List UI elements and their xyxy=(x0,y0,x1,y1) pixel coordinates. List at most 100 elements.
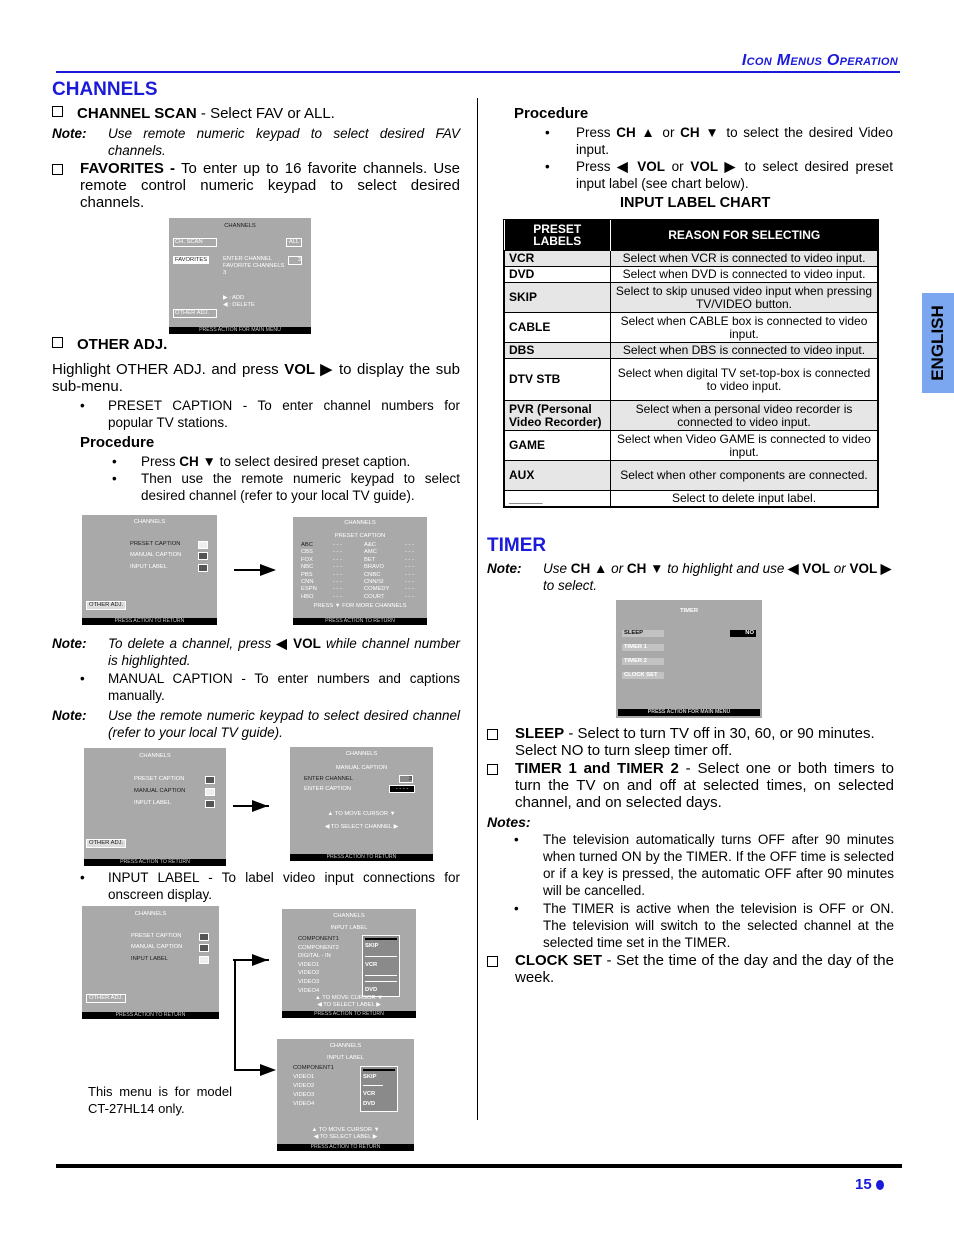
menu-item-input-label[interactable]: INPUT LABEL xyxy=(131,956,168,962)
favorites-item: FAVORITES - To enter up to 16 favorite c… xyxy=(52,160,460,211)
preset-station-right[interactable]: COMEDY xyxy=(364,586,389,592)
label-dropdown[interactable]: SKIP VCR DVD xyxy=(362,935,400,997)
manual-caption-text: MANUAL CAPTION - To enter numbers and ca… xyxy=(108,671,460,703)
timer-menu-item[interactable]: SLEEP xyxy=(622,630,664,637)
input-item[interactable]: VIDEO2 xyxy=(298,970,319,976)
preset-channel-value[interactable]: - - - xyxy=(333,572,342,578)
move-cursor-hint: ▲ TO MOVE CURSOR ▼ xyxy=(327,811,396,817)
preset-channel-value[interactable]: - - - xyxy=(405,564,414,570)
chart-cell-reason: Select when Video GAME is connected to v… xyxy=(610,430,878,461)
channel-value-field[interactable]: 3 xyxy=(399,775,413,783)
preset-station-right[interactable]: CNBC xyxy=(364,572,380,578)
option-dvd[interactable]: DVD xyxy=(365,987,377,993)
input-item[interactable]: VIDEO1 xyxy=(293,1074,314,1080)
input-item[interactable]: COMPONENT1 xyxy=(298,936,339,942)
timer-menu-item[interactable]: TIMER 2 xyxy=(622,658,664,665)
preset-channel-value[interactable]: - - - xyxy=(405,594,414,600)
ch-up-key: CH ▲ xyxy=(570,561,608,576)
clock-set-item: CLOCK SET - Set the time of the day and … xyxy=(487,952,894,986)
input-item[interactable]: DIGITAL - IN xyxy=(298,953,331,959)
menu-item-manual-caption[interactable]: MANUAL CAPTION xyxy=(131,944,182,950)
input-item[interactable]: VIDEO4 xyxy=(293,1101,314,1107)
option-dvd[interactable]: DVD xyxy=(363,1101,375,1107)
menu-item-preset-caption[interactable]: PRESET CAPTION xyxy=(134,776,184,782)
ch-down-key: CH ▼ xyxy=(179,454,216,469)
preset-channel-value[interactable]: - - - xyxy=(333,579,342,585)
preset-station-right[interactable]: BRAVO xyxy=(364,564,384,570)
delete-hint: ◀ : DELETE xyxy=(223,302,255,308)
menu-item-favorites[interactable]: FAVORITES xyxy=(173,256,210,264)
menu-item-ch-scan[interactable]: CH. SCAN xyxy=(173,238,217,247)
preset-station-left[interactable]: PBS xyxy=(301,572,313,578)
caption-field[interactable]: - - - - xyxy=(389,785,415,793)
menu-item-preset-caption[interactable]: PRESET CAPTION xyxy=(131,933,181,939)
preset-station-left[interactable]: FOX xyxy=(301,557,313,563)
preset-station-right[interactable]: COURT xyxy=(364,594,385,600)
menu-item-other-adj[interactable]: OTHER ADJ. xyxy=(86,601,127,610)
menu-item-other-adj[interactable]: OTHER ADJ. xyxy=(173,309,217,318)
preset-station-right[interactable]: CNN/SI xyxy=(364,579,384,585)
menu-item-other-adj[interactable]: OTHER ADJ. xyxy=(86,839,127,848)
note-text: The TIMER is active when the television … xyxy=(543,901,894,950)
input-item[interactable]: VIDEO2 xyxy=(293,1083,314,1089)
input-item[interactable]: VIDEO3 xyxy=(298,979,319,985)
sleep-value[interactable]: NO xyxy=(730,630,756,637)
procedure-step-1: • Press CH ▼ to select desired preset ca… xyxy=(112,453,460,470)
option-skip[interactable]: SKIP xyxy=(363,1074,377,1080)
preset-channel-value[interactable]: - - - xyxy=(405,549,414,555)
input-item[interactable]: VIDEO4 xyxy=(298,988,319,994)
option-vcr[interactable]: VCR xyxy=(365,962,377,968)
menu-item-other-adj[interactable]: OTHER ADJ. xyxy=(86,994,127,1003)
chart-cell-label: DTV STB xyxy=(504,358,611,401)
input-item[interactable]: VIDEO3 xyxy=(293,1092,314,1098)
checkbox-icon xyxy=(487,729,498,740)
enter-channel-value[interactable]: 3 xyxy=(288,256,302,265)
menu-item-input-label[interactable]: INPUT LABEL xyxy=(134,800,171,806)
preset-station-left[interactable]: ABC xyxy=(301,542,313,548)
preset-station-left[interactable]: CBS xyxy=(301,549,313,555)
preset-station-right[interactable]: BET xyxy=(364,557,375,563)
preset-station-right[interactable]: AMC xyxy=(364,549,377,555)
preset-channel-value[interactable]: - - - xyxy=(405,586,414,592)
preset-station-right[interactable]: A&C xyxy=(364,542,376,548)
timer-menu-screen: TIMER SLEEP TIMER 1 TIMER 2 CLOCK SET NO PR… xyxy=(616,600,762,718)
preset-station-left[interactable]: CNN xyxy=(301,579,314,585)
preset-channel-value[interactable]: - - - xyxy=(405,557,414,563)
timer-menu-item[interactable]: TIMER 1 xyxy=(622,644,664,651)
preset-channel-value[interactable]: - - - xyxy=(333,557,342,563)
preset-channel-value[interactable]: - - - xyxy=(333,586,342,592)
option-skip[interactable]: SKIP xyxy=(365,943,379,949)
bullet: • xyxy=(514,901,519,916)
preset-station-left[interactable]: HBO xyxy=(301,594,314,600)
input-item[interactable]: COMPONENT2 xyxy=(298,945,339,951)
scan-value[interactable]: ALL xyxy=(286,238,302,247)
menu-item-manual-caption[interactable]: MANUAL CAPTION xyxy=(134,788,185,794)
label-dropdown[interactable]: SKIP VCR DVD xyxy=(360,1066,398,1112)
preset-channel-value[interactable]: - - - xyxy=(405,572,414,578)
preset-station-left[interactable]: NBC xyxy=(301,564,313,570)
step-text: or xyxy=(656,125,681,140)
preset-channel-value[interactable]: - - - xyxy=(333,549,342,555)
screen-subtitle: MANUAL CAPTION xyxy=(335,765,388,771)
timer-menu-item[interactable]: CLOCK SET xyxy=(622,672,664,679)
preset-station-left[interactable]: ESPN xyxy=(301,586,317,592)
menu-item-preset-caption[interactable]: PRESET CAPTION xyxy=(130,541,180,547)
play-icon xyxy=(198,552,208,560)
preset-channel-value[interactable]: - - - xyxy=(333,594,342,600)
preset-channel-value[interactable]: - - - xyxy=(333,542,342,548)
screen-title: CHANNELS xyxy=(333,913,365,919)
chart-cell-reason: Select when DBS is connected to video in… xyxy=(610,342,878,359)
note-text: or xyxy=(830,561,850,576)
preset-channel-value[interactable]: - - - xyxy=(405,579,414,585)
screen-subtitle: INPUT LABEL xyxy=(327,1055,364,1061)
option-vcr[interactable]: VCR xyxy=(363,1091,375,1097)
more-channels-hint: PRESS ▼ FOR MORE CHANNELS xyxy=(313,603,407,609)
menu-item-input-label[interactable]: INPUT LABEL xyxy=(130,564,167,570)
arrow-right-icon xyxy=(252,800,268,812)
input-item[interactable]: COMPONENT1 xyxy=(293,1065,334,1071)
input-item[interactable]: VIDEO1 xyxy=(298,962,319,968)
screen-subtitle: INPUT LABEL xyxy=(330,925,368,931)
preset-channel-value[interactable]: - - - xyxy=(333,564,342,570)
preset-channel-value[interactable]: - - - xyxy=(405,542,414,548)
menu-item-manual-caption[interactable]: MANUAL CAPTION xyxy=(130,552,181,558)
